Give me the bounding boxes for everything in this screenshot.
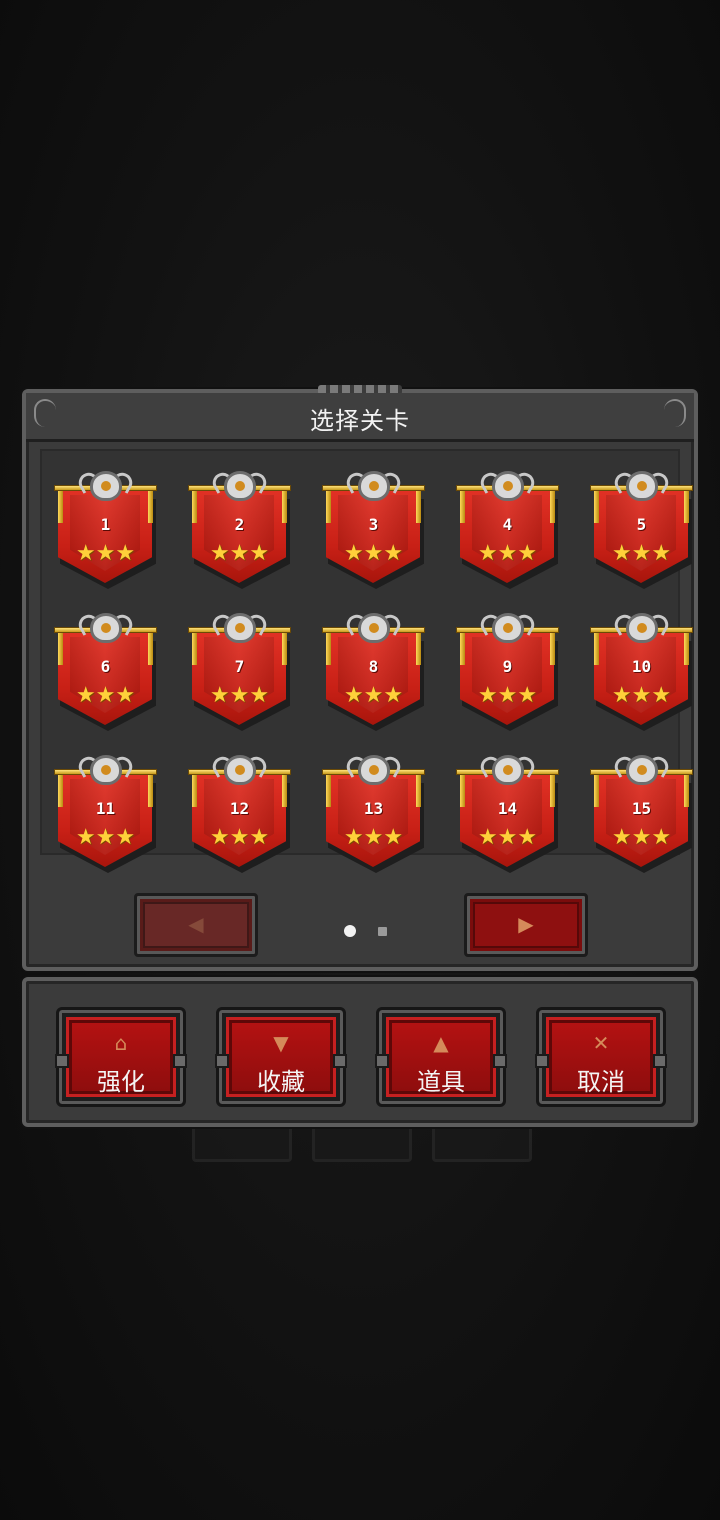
star-rating: ★★★	[343, 541, 404, 566]
level-number: 3	[368, 515, 379, 534]
crest-icon	[492, 613, 524, 643]
cancel-label: 取消	[577, 1068, 625, 1096]
level-grid-area: 1 ★★★ 2 ★★★ 3 ★★★ 4 ★★★ 5 ★★★ 6 ★★★ 7 ★★★ 8 ★★★ 9 ★★★ 10 ★★…	[40, 449, 693, 873]
next-page-button[interactable]: ▶	[464, 893, 588, 957]
level-banner-2[interactable]: 2 ★★★	[188, 469, 291, 589]
level-banner-7[interactable]: 7 ★★★	[188, 611, 291, 731]
level-banner-15[interactable]: 15 ★★★	[590, 753, 693, 873]
level-number: 2	[234, 515, 245, 534]
level-banner-1[interactable]: 1 ★★★	[54, 469, 157, 589]
crest-icon	[626, 471, 658, 501]
page-indicator[interactable]	[378, 927, 387, 936]
crest-icon	[626, 613, 658, 643]
level-number: 5	[636, 515, 647, 534]
crest-icon	[224, 613, 256, 643]
star-rating: ★★★	[209, 825, 270, 850]
level-number: 9	[502, 657, 513, 676]
crest-icon	[90, 471, 122, 501]
level-number: 14	[497, 799, 518, 818]
collection-label: 收藏	[257, 1068, 305, 1096]
collection-button[interactable]: ▼ 收藏	[215, 1007, 347, 1107]
star-rating: ★★★	[75, 683, 136, 708]
cancel-button[interactable]: ✕ 取消	[535, 1007, 667, 1107]
level-banner-14[interactable]: 14 ★★★	[456, 753, 559, 873]
star-rating: ★★★	[611, 541, 672, 566]
crest-icon	[358, 613, 390, 643]
upgrade-label: 强化	[97, 1068, 145, 1096]
panel-title: 选择关卡	[310, 407, 410, 435]
star-rating: ★★★	[209, 541, 270, 566]
arrow-left-icon: ◀	[188, 912, 204, 936]
crest-icon	[224, 755, 256, 785]
goblet-icon: ▼	[273, 1031, 289, 1055]
items-label: 道具	[417, 1068, 465, 1096]
level-banner-13[interactable]: 13 ★★★	[322, 753, 425, 873]
star-rating: ★★★	[343, 683, 404, 708]
level-number: 4	[502, 515, 513, 534]
crest-icon	[358, 471, 390, 501]
level-grid: 1 ★★★ 2 ★★★ 3 ★★★ 4 ★★★ 5 ★★★ 6 ★★★ 7 ★★★ 8 ★★★ 9 ★★★ 10 ★★…	[54, 469, 693, 873]
star-rating: ★★★	[611, 683, 672, 708]
level-number: 11	[95, 799, 116, 818]
upgrade-icon: ⌂	[114, 1031, 128, 1055]
level-number: 8	[368, 657, 379, 676]
star-rating: ★★★	[343, 825, 404, 850]
level-number: 10	[631, 657, 652, 676]
crest-icon	[90, 613, 122, 643]
close-icon: ✕	[592, 1031, 610, 1055]
level-banner-6[interactable]: 6 ★★★	[54, 611, 157, 731]
level-banner-11[interactable]: 11 ★★★	[54, 753, 157, 873]
star-rating: ★★★	[611, 825, 672, 850]
level-banner-4[interactable]: 4 ★★★	[456, 469, 559, 589]
star-rating: ★★★	[477, 825, 538, 850]
level-number: 7	[234, 657, 245, 676]
level-banner-3[interactable]: 3 ★★★	[322, 469, 425, 589]
action-bar: ⌂ 强化 ▼ 收藏 ▲ 道具 ✕ 取消	[22, 977, 698, 1127]
star-rating: ★★★	[477, 541, 538, 566]
crest-icon	[492, 471, 524, 501]
crest-icon	[358, 755, 390, 785]
level-banner-10[interactable]: 10 ★★★	[590, 611, 693, 731]
level-number: 1	[100, 515, 111, 534]
items-button[interactable]: ▲ 道具	[375, 1007, 507, 1107]
level-number: 6	[100, 657, 111, 676]
level-banner-9[interactable]: 9 ★★★	[456, 611, 559, 731]
star-rating: ★★★	[75, 541, 136, 566]
game-screen: 选择关卡 1 ★★★ 2 ★★★ 3 ★★★ 4 ★★★ 5 ★★★ 6 ★★★ 7 ★★★ 8 ★★★ 9 ★★…	[0, 0, 720, 1520]
crest-icon	[626, 755, 658, 785]
level-number: 13	[363, 799, 384, 818]
crest-icon	[90, 755, 122, 785]
panel-header: 选择关卡	[26, 393, 694, 442]
star-rating: ★★★	[209, 683, 270, 708]
arrow-right-icon: ▶	[518, 912, 534, 936]
level-banner-12[interactable]: 12 ★★★	[188, 753, 291, 873]
prev-page-button[interactable]: ◀	[134, 893, 258, 957]
flask-icon: ▲	[433, 1031, 449, 1055]
crest-icon	[492, 755, 524, 785]
upgrade-button[interactable]: ⌂ 强化	[55, 1007, 187, 1107]
level-number: 15	[631, 799, 652, 818]
level-banner-8[interactable]: 8 ★★★	[322, 611, 425, 731]
crest-icon	[224, 471, 256, 501]
level-banner-5[interactable]: 5 ★★★	[590, 469, 693, 589]
level-number: 12	[229, 799, 250, 818]
star-rating: ★★★	[75, 825, 136, 850]
level-select-panel: 选择关卡 1 ★★★ 2 ★★★ 3 ★★★ 4 ★★★ 5 ★★★ 6 ★★★ 7 ★★★ 8 ★★★ 9 ★★…	[22, 385, 698, 971]
star-rating: ★★★	[477, 683, 538, 708]
page-indicator-active	[344, 925, 356, 937]
